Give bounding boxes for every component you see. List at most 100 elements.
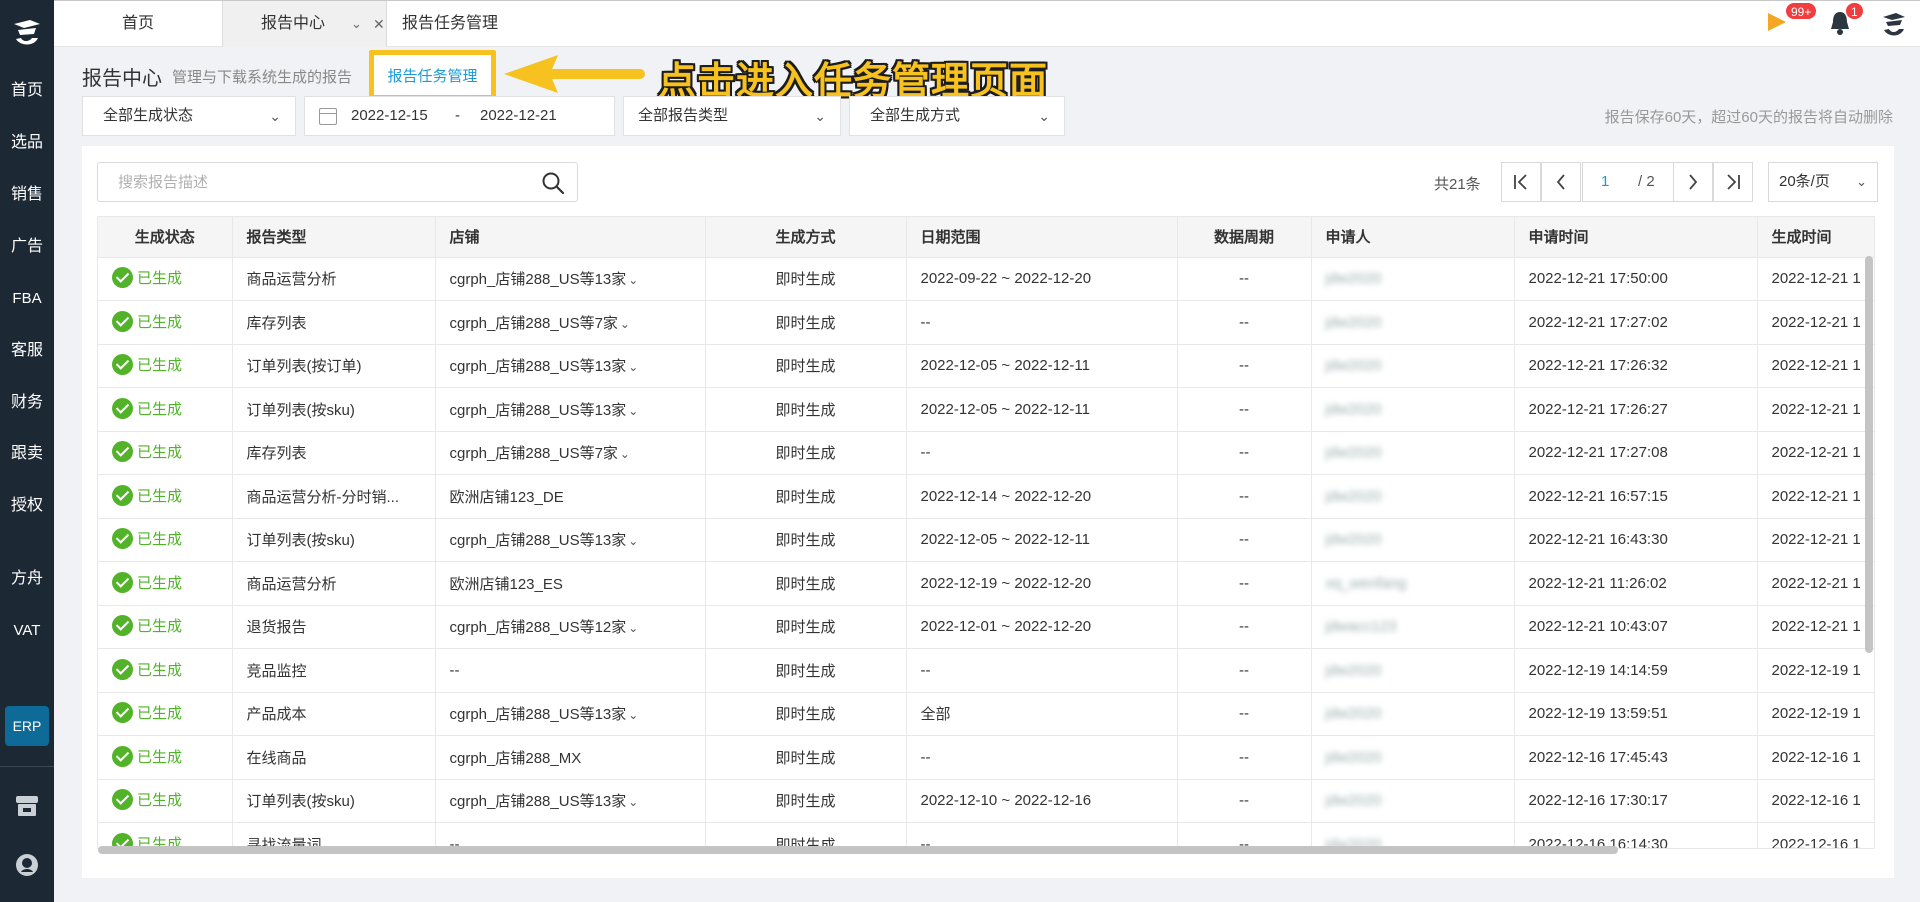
table-row[interactable]: 已生成 在线商品 cgrph_店铺288_MX 即时生成 -- -- jdw2020 2022… — [98, 735, 1874, 780]
date-end[interactable]: 2022-12-21 — [480, 97, 557, 135]
data-period-cell: -- — [1177, 344, 1312, 388]
close-icon[interactable]: ✕ — [373, 1, 385, 47]
nav-ads[interactable]: 广告 — [0, 227, 54, 267]
col-gen-method[interactable]: 生成方式 — [705, 217, 907, 258]
current-page[interactable]: 1 — [1601, 163, 1609, 201]
nav-finance[interactable]: 财务 — [0, 383, 54, 423]
store-cell[interactable]: cgrph_店铺288_US等13家 ⌄ — [435, 387, 706, 432]
table-row[interactable]: 已生成 订单列表(按sku) cgrph_店铺288_US等13家 ⌄ 即时生成 2022… — [98, 518, 1874, 562]
user-avatar[interactable] — [1880, 9, 1908, 43]
chevron-down-icon[interactable]: ⌄ — [620, 317, 630, 331]
table-row[interactable]: 已生成 商品运营分析 cgrph_店铺288_US等13家 ⌄ 即时生成 2022-09-… — [98, 257, 1874, 301]
col-report-type[interactable]: 报告类型 — [232, 217, 436, 258]
erp-button[interactable]: ERP — [5, 706, 49, 746]
status-filter[interactable]: 全部生成状态 ⌄ — [82, 96, 296, 136]
chevron-down-icon[interactable]: ⌄ — [628, 404, 638, 418]
nav-customer-service[interactable]: 客服 — [0, 331, 54, 371]
date-start[interactable]: 2022-12-15 — [351, 97, 428, 135]
nav-product-selection[interactable]: 选品 — [0, 123, 54, 163]
gen-method-cell: 即时生成 — [705, 257, 907, 301]
gen-method-cell: 即时生成 — [705, 692, 907, 736]
chevron-down-icon[interactable]: ⌄ — [628, 621, 638, 635]
flag-icon[interactable] — [1766, 11, 1788, 39]
nav-fba[interactable]: FBA — [0, 279, 54, 319]
store-cell[interactable]: cgrph_店铺288_MX — [435, 735, 706, 780]
chevron-down-icon[interactable]: ⌄ — [628, 360, 638, 374]
gen-method-cell: 即时生成 — [705, 344, 907, 388]
table-row[interactable]: 已生成 产品成本 cgrph_店铺288_US等13家 ⌄ 即时生成 全部 -- jdw202… — [98, 692, 1874, 736]
prev-page-button[interactable] — [1541, 162, 1581, 202]
last-page-button[interactable] — [1713, 162, 1753, 202]
data-period-cell: -- — [1177, 474, 1312, 519]
gen-method-filter[interactable]: 全部生成方式 ⌄ — [849, 96, 1065, 136]
store-cell[interactable]: 欧洲店铺123_ES — [435, 561, 706, 606]
table-row[interactable]: 已生成 退货报告 cgrph_店铺288_US等12家 ⌄ 即时生成 2022-12-01… — [98, 605, 1874, 649]
report-type-cell: 订单列表(按订单) — [232, 344, 436, 388]
vertical-scrollbar[interactable] — [1865, 256, 1873, 653]
data-period-cell: -- — [1177, 561, 1312, 606]
table-row[interactable]: 已生成 订单列表(按sku) cgrph_店铺288_US等13家 ⌄ 即时生成 2022… — [98, 387, 1874, 432]
col-gen-time[interactable]: 生成时间 — [1757, 217, 1874, 258]
data-period-cell: -- — [1177, 779, 1312, 823]
status-filter-value: 全部生成状态 — [103, 107, 194, 124]
store-text: cgrph_店铺288_US等13家 — [449, 706, 627, 724]
check-circle-icon — [112, 745, 133, 767]
col-date-range[interactable]: 日期范围 — [906, 217, 1178, 258]
chevron-down-icon[interactable]: ⌄ — [620, 447, 630, 461]
nav-vat[interactable]: VAT — [0, 611, 54, 651]
horizontal-scrollbar[interactable] — [98, 846, 1618, 854]
store-cell[interactable]: cgrph_店铺288_US等7家 ⌄ — [435, 431, 706, 475]
store-icon[interactable] — [13, 792, 41, 820]
table-row[interactable]: 已生成 订单列表(按sku) cgrph_店铺288_US等13家 ⌄ 即时生成 2022… — [98, 779, 1874, 823]
store-cell[interactable]: cgrph_店铺288_US等7家 ⌄ — [435, 300, 706, 345]
col-store[interactable]: 店铺 — [435, 217, 706, 258]
support-icon[interactable] — [13, 851, 41, 879]
table-row[interactable]: 已生成 竞品监控 -- 即时生成 -- -- jdw2020 2022-12-19 14:14… — [98, 648, 1874, 693]
nav-home[interactable]: 首页 — [0, 71, 54, 111]
chevron-down-icon[interactable]: ⌄ — [351, 1, 362, 47]
store-cell[interactable]: -- — [435, 648, 706, 693]
store-cell[interactable]: cgrph_店铺288_US等13家 ⌄ — [435, 518, 706, 562]
store-cell[interactable]: cgrph_店铺288_US等13家 ⌄ — [435, 779, 706, 823]
page-size-select[interactable]: 20条/页 ⌄ — [1768, 162, 1878, 202]
store-cell[interactable]: 欧洲店铺123_DE — [435, 474, 706, 519]
store-cell[interactable]: cgrph_店铺288_US等13家 ⌄ — [435, 344, 706, 388]
store-cell[interactable]: cgrph_店铺288_US等13家 ⌄ — [435, 257, 706, 301]
data-period-cell: -- — [1177, 518, 1312, 562]
table-row[interactable]: 已生成 订单列表(按订单) cgrph_店铺288_US等13家 ⌄ 即时生成 2022-… — [98, 344, 1874, 388]
table-row[interactable]: 已生成 库存列表 cgrph_店铺288_US等7家 ⌄ 即时生成 -- -- jdw2020… — [98, 431, 1874, 475]
col-apply-time[interactable]: 申请时间 — [1514, 217, 1758, 258]
table-row[interactable]: 已生成 商品运营分析-分时销... 欧洲店铺123_DE 即时生成 2022-12-14… — [98, 474, 1874, 519]
brand-logo[interactable] — [0, 0, 54, 66]
date-range-picker[interactable]: 2022-12-15 - 2022-12-21 — [304, 96, 615, 136]
search-icon[interactable] — [541, 171, 565, 199]
tab-home[interactable]: 首页 — [54, 1, 222, 47]
store-cell[interactable]: cgrph_店铺288_US等13家 ⌄ — [435, 692, 706, 736]
col-data-period[interactable]: 数据周期 — [1177, 217, 1312, 258]
nav-authorization[interactable]: 授权 — [0, 486, 54, 526]
chevron-down-icon[interactable]: ⌄ — [628, 708, 638, 722]
chevron-down-icon[interactable]: ⌄ — [628, 273, 638, 287]
next-page-button[interactable] — [1673, 162, 1713, 202]
search-input[interactable] — [118, 163, 538, 201]
col-applicant[interactable]: 申请人 — [1311, 217, 1515, 258]
first-page-button[interactable] — [1501, 162, 1541, 202]
tab-report-center[interactable]: 报告中心 ⌄ ✕ — [222, 1, 387, 47]
table-row[interactable]: 已生成 商品运营分析 欧洲店铺123_ES 即时生成 2022-12-19 ~ 2022… — [98, 561, 1874, 606]
search-box[interactable] — [97, 162, 578, 202]
nav-ark[interactable]: 方舟 — [0, 559, 54, 599]
nav-sales[interactable]: 销售 — [0, 175, 54, 215]
table-row[interactable]: 已生成 库存列表 cgrph_店铺288_US等7家 ⌄ 即时生成 -- -- jdw2020… — [98, 300, 1874, 345]
chevron-down-icon[interactable]: ⌄ — [628, 795, 638, 809]
report-task-management-link[interactable]: 报告任务管理 — [387, 65, 477, 86]
col-status[interactable]: 生成状态 — [98, 217, 233, 258]
tab-report-center-label: 报告中心 — [261, 15, 326, 32]
status-text: 已生成 — [137, 400, 183, 418]
store-cell[interactable]: cgrph_店铺288_US等12家 ⌄ — [435, 605, 706, 649]
tab-report-task-management[interactable]: 报告任务管理 — [402, 1, 562, 47]
chevron-down-icon[interactable]: ⌄ — [628, 534, 638, 548]
page-indicator[interactable]: 1 / 2 — [1582, 162, 1674, 202]
applicant-cell: jdw2020 — [1311, 344, 1515, 388]
nav-follow-sell[interactable]: 跟卖 — [0, 434, 54, 474]
report-type-filter[interactable]: 全部报告类型 ⌄ — [623, 96, 841, 136]
